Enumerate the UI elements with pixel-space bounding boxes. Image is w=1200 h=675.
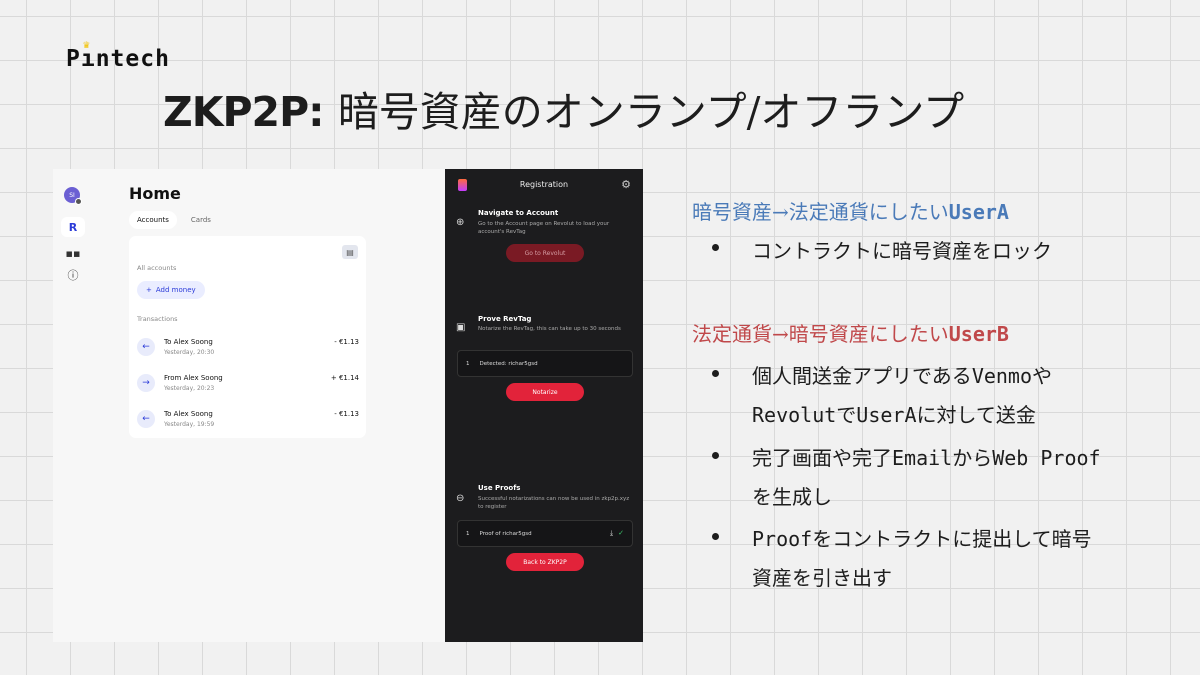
tab-cards[interactable]: Cards (183, 211, 219, 229)
brand-logo: ♛ Pıntech (66, 38, 170, 72)
card-icon[interactable]: ▤ (342, 245, 358, 259)
list-item: Proofをコントラクトに提出して暗号 (752, 527, 1092, 551)
arrow-right-icon: → (137, 374, 155, 392)
list-item-cont: 資産を引き出す (752, 566, 892, 590)
left-rail: SI R ▪▪ ⓘ (59, 187, 91, 285)
back-to-zkp2p-button[interactable]: Back to ZKP2P (506, 553, 584, 571)
tab-accounts[interactable]: Accounts (129, 211, 177, 229)
panel-title: Registration (519, 180, 569, 189)
detected-item: 1 Detected: richar5gsd (457, 350, 633, 377)
step-desc: Go to the Account page on Revolut to loa… (478, 221, 610, 235)
grid-icon[interactable]: ▪▪ (61, 243, 85, 263)
chip-icon: ▣ (456, 322, 466, 333)
plus-icon: + (146, 286, 152, 294)
step-title: Navigate to Account (478, 209, 559, 217)
list-item: 個人間送金アプリであるVenmoや (752, 364, 1053, 388)
zkp2p-extension: Registration ⚙ ⊕ Navigate to Account Go … (445, 169, 643, 642)
title-jp: 暗号資産のオンランプ/オフランプ (337, 88, 965, 136)
transactions-label: Transactions (137, 315, 178, 323)
download-icon[interactable]: ⤓ (610, 529, 613, 538)
table-row[interactable]: → From Alex Soong Yesterday, 20:23 + €1.… (137, 371, 359, 395)
slide-title: ZKP2P: 暗号資産のオンランプ/オフランプ (163, 78, 964, 138)
gear-icon[interactable]: ⚙ (621, 178, 631, 191)
tabs: Accounts Cards (129, 211, 219, 229)
accounts-card: ▤ All accounts + Add money Transactions … (129, 236, 366, 438)
table-row[interactable]: ← To Alex Soong Yesterday, 19:59 - €1.13 (137, 407, 359, 431)
bullet-dot (712, 244, 719, 251)
all-accounts-label: All accounts (137, 264, 177, 272)
heading-user-a: 暗号資産→法定通貨にしたいUserA (692, 200, 1009, 224)
add-money-button[interactable]: + Add money (137, 281, 205, 299)
status-dot (75, 198, 82, 205)
bullet-dot (712, 370, 719, 377)
notarize-button[interactable]: Notarize (506, 383, 584, 401)
back-circle-icon: ⊖ (456, 493, 465, 504)
bullet-dot (712, 452, 719, 459)
revolut-app: SI R ▪▪ ⓘ Home Accounts Cards ▤ All acco… (53, 169, 445, 642)
go-to-revolut-button[interactable]: Go to Revolut (506, 244, 584, 262)
arrow-left-icon: ← (137, 338, 155, 356)
crown-icon: ♛ (83, 38, 91, 51)
list-item-cont: を生成し (752, 485, 832, 509)
globe-icon: ⊕ (456, 217, 465, 228)
list-item: コントラクトに暗号資産をロック (752, 239, 1052, 263)
arrow-left-icon: ← (137, 410, 155, 428)
page-title: Home (129, 184, 181, 203)
bullet-dot (712, 533, 719, 540)
check-icon: ✓ (618, 529, 624, 537)
proof-item[interactable]: 1 Proof of richar5gsd ⤓ ✓ (457, 520, 633, 547)
list-item: 完了画面や完了EmailからWeb Proof (752, 446, 1101, 470)
help-icon[interactable]: ⓘ (61, 265, 85, 285)
list-item-cont: RevolutでUserAに対して送金 (752, 403, 1036, 427)
revolut-home-icon[interactable]: R (61, 217, 85, 237)
title-en: ZKP2P: (163, 88, 325, 136)
step-desc: Notarize the RevTag, this can take up to… (478, 326, 621, 332)
heading-user-b: 法定通貨→暗号資産にしたいUserB (692, 322, 1009, 346)
avatar[interactable]: SI (64, 187, 82, 205)
step-title: Prove RevTag (478, 315, 532, 323)
table-row[interactable]: ← To Alex Soong Yesterday, 20:30 - €1.13 (137, 335, 359, 359)
step-desc: Successful notarizations can now be used… (478, 496, 630, 510)
step-title: Use Proofs (478, 484, 521, 492)
